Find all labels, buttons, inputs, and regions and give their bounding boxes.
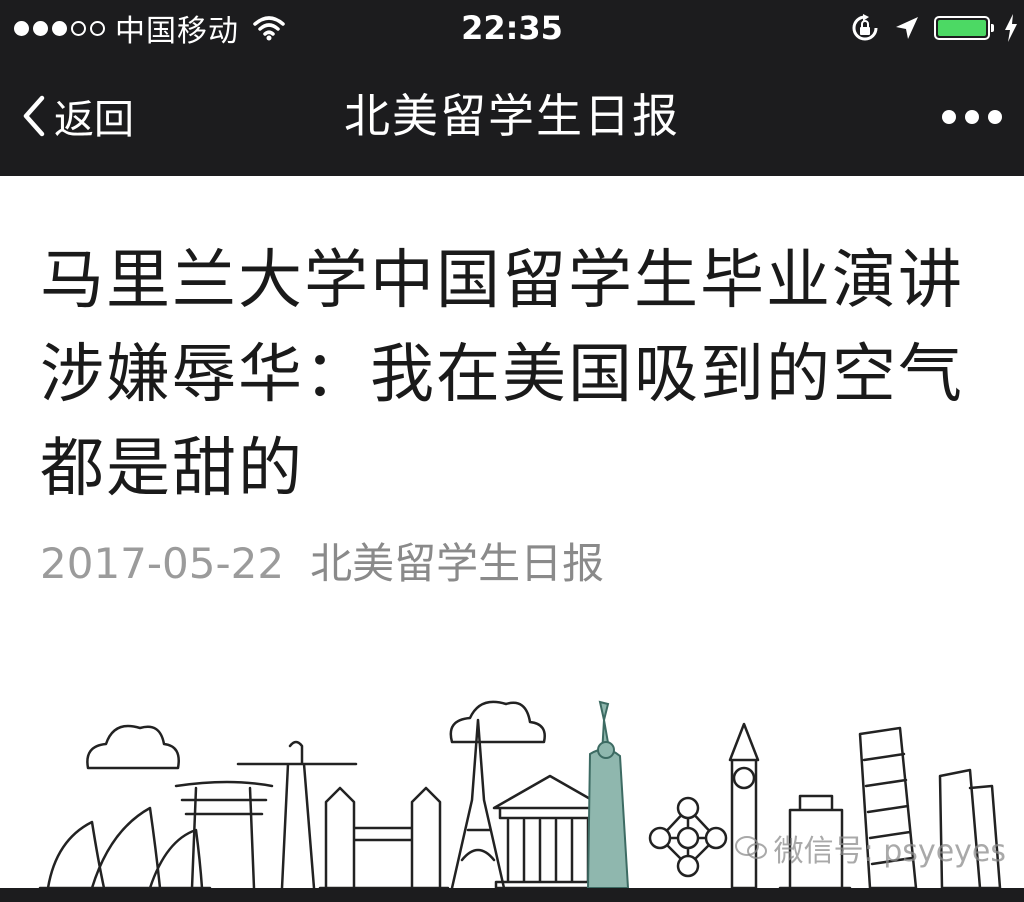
more-dots-icon	[988, 110, 1002, 124]
orientation-lock-icon	[852, 14, 878, 41]
article-title: 马里兰大学中国留学生毕业演讲涉嫌辱华：我在美国吸到的空气都是甜的	[40, 244, 964, 506]
cloud-icon	[86, 724, 180, 770]
watermark-text: 微信号: psyeyes	[773, 834, 1006, 869]
battery-fill	[938, 20, 986, 36]
torii-gate-icon	[174, 780, 274, 888]
article-meta: 2017-05-22 北美留学生日报	[40, 536, 604, 592]
status-bar: 中国移动 22:35	[0, 0, 1024, 58]
eiffel-tower-icon	[450, 718, 506, 888]
wechat-watermark: 微信号: psyeyes	[734, 826, 1006, 870]
bottom-edge	[0, 888, 1024, 902]
statue-of-liberty-icon	[586, 700, 630, 888]
navigation-bar: 返回 北美留学生日报	[0, 58, 1024, 176]
status-right	[850, 10, 1018, 46]
cloud-icon	[449, 700, 546, 744]
more-dots-icon	[942, 110, 956, 124]
charging-bolt-icon	[1005, 14, 1017, 42]
opera-house-icon	[38, 806, 212, 888]
more-dots-icon	[965, 110, 979, 124]
article-account-link[interactable]: 北美留学生日报	[310, 536, 604, 592]
more-button[interactable]	[942, 102, 1002, 132]
article-date: 2017-05-22	[40, 539, 285, 588]
wechat-icon	[734, 836, 767, 859]
battery-icon	[934, 16, 994, 40]
tower-bridge-icon	[318, 786, 450, 888]
nav-title: 北美留学生日报	[344, 89, 680, 143]
location-arrow-icon	[896, 17, 918, 39]
